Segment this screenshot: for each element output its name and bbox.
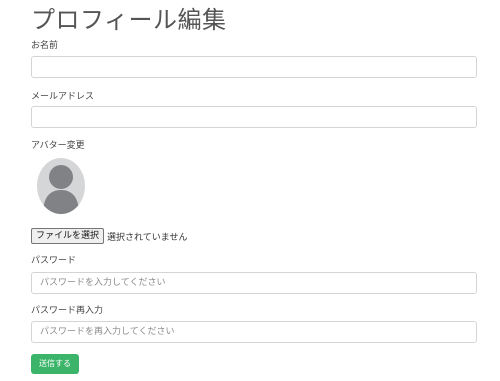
password-label: パスワード: [31, 256, 77, 266]
submit-button[interactable]: 送信する: [31, 354, 79, 374]
password-confirm-input[interactable]: [31, 321, 477, 343]
avatar: [37, 158, 85, 214]
choose-file-button[interactable]: ファイルを選択: [31, 228, 105, 244]
avatar-file-picker: ファイルを選択 選択されていません: [31, 228, 187, 244]
file-status-text: 選択されていません: [107, 232, 188, 243]
default-user-avatar-icon: [43, 165, 79, 214]
email-label: メールアドレス: [31, 92, 95, 102]
page-title: プロフィール編集: [31, 6, 227, 34]
password-confirm-label: パスワード再入力: [31, 306, 104, 316]
name-label: お名前: [31, 41, 59, 51]
password-input[interactable]: [31, 272, 477, 294]
avatar-label: アバター変更: [31, 141, 85, 151]
email-input[interactable]: [31, 106, 477, 128]
profile-edit-page: プロフィール編集 お名前 メールアドレス アバター変更 ファイルを選択 選択され…: [0, 0, 500, 381]
name-input[interactable]: [31, 56, 477, 78]
